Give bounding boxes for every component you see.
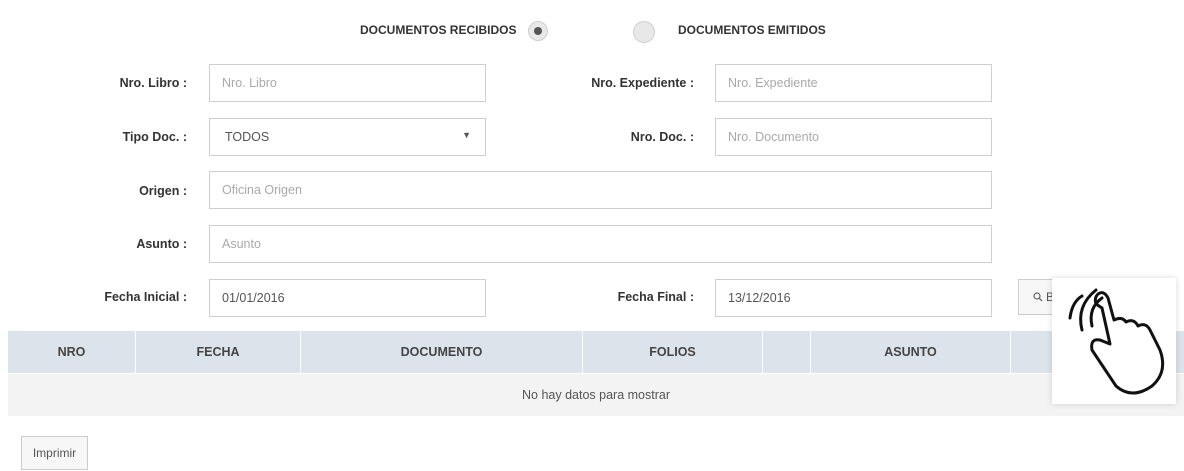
table-empty-row: No hay datos para mostrar (8, 374, 1184, 416)
label-origen: Origen : (139, 184, 187, 198)
caret-down-icon: ▼ (462, 130, 471, 140)
search-icon (1033, 292, 1043, 302)
table-header: NRO FECHA DOCUMENTO FOLIOS ASUNTO (8, 331, 1184, 373)
tipo-doc-select[interactable]: TODOS ▼ (209, 118, 486, 156)
nro-expediente-input[interactable] (715, 64, 992, 102)
nro-libro-input[interactable] (209, 64, 486, 102)
column-header-folios[interactable]: FOLIOS (583, 331, 763, 373)
origen-input[interactable] (209, 171, 992, 209)
hand-tap-icon (1068, 288, 1165, 395)
fecha-final-input[interactable] (715, 279, 992, 317)
column-header-asunto[interactable]: ASUNTO (811, 331, 1011, 373)
hand-tap-overlay (1052, 278, 1176, 404)
radio-label-recibidos: DOCUMENTOS RECIBIDOS (360, 23, 517, 37)
label-nro-doc: Nro. Doc. : (630, 130, 694, 144)
radio-emitidos[interactable] (633, 21, 655, 43)
print-button[interactable]: Imprimir (21, 436, 88, 470)
radio-recibidos[interactable] (528, 21, 548, 41)
column-header-documento[interactable]: DOCUMENTO (301, 331, 583, 373)
asunto-input[interactable] (209, 225, 992, 263)
fecha-inicial-input[interactable] (209, 279, 486, 317)
label-tipo-doc: Tipo Doc. : (122, 130, 187, 144)
nro-doc-input[interactable] (715, 118, 992, 156)
label-nro-expediente: Nro. Expediente : (591, 76, 694, 90)
column-header-nro[interactable]: NRO (8, 331, 136, 373)
column-header-fecha[interactable]: FECHA (136, 331, 301, 373)
label-nro-libro: Nro. Libro : (119, 76, 187, 90)
label-asunto: Asunto : (136, 237, 187, 251)
radio-selected-dot (534, 27, 542, 35)
label-fecha-final: Fecha Final : (617, 290, 694, 304)
radio-label-emitidos: DOCUMENTOS EMITIDOS (678, 23, 826, 37)
column-header-blank[interactable] (763, 331, 811, 373)
label-fecha-inicial: Fecha Inicial : (104, 290, 187, 304)
tipo-doc-selected-value: TODOS (225, 130, 270, 144)
